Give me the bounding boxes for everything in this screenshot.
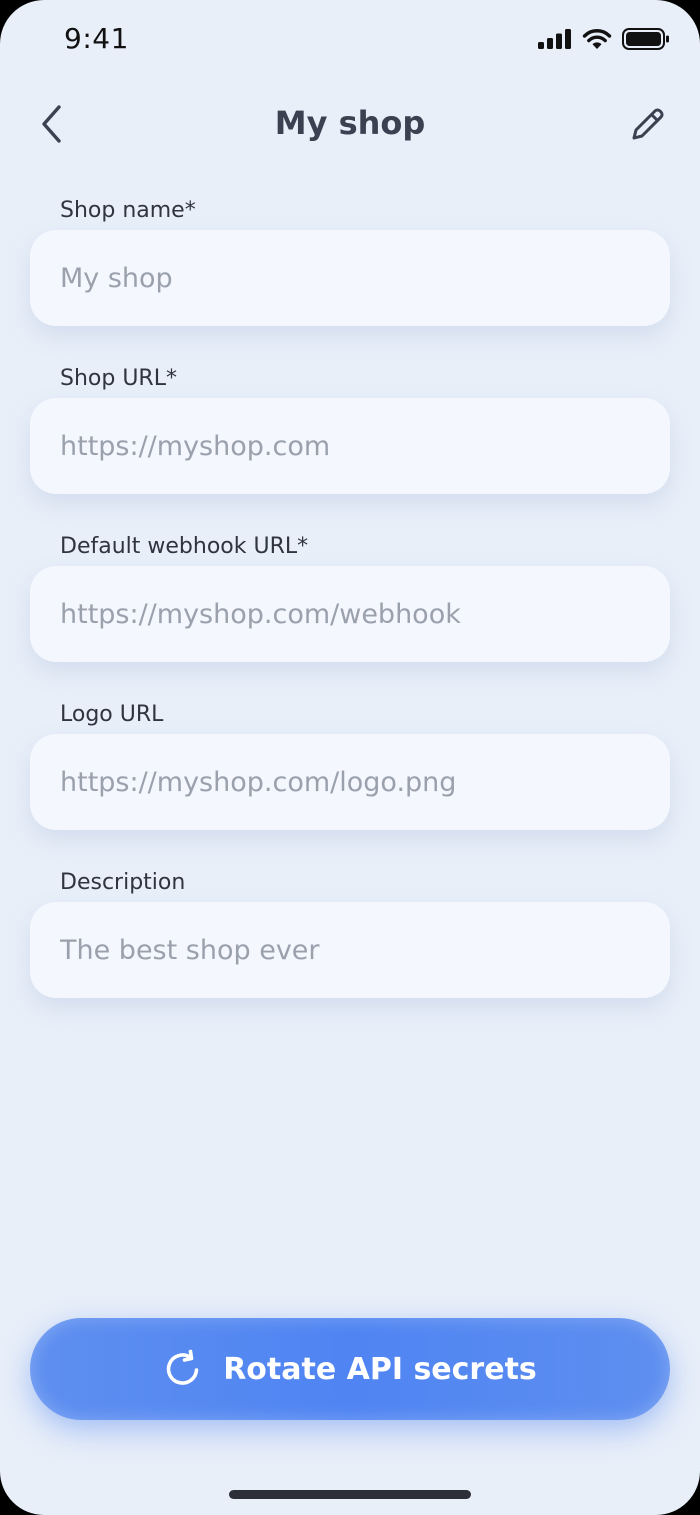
signal-icon xyxy=(538,29,571,49)
logo-url-label: Logo URL xyxy=(60,702,164,727)
field-description: Description xyxy=(30,868,670,998)
shop-name-input[interactable] xyxy=(30,230,670,326)
shop-url-label: Shop URL* xyxy=(60,366,177,391)
description-label: Description xyxy=(60,870,186,895)
page-title: My shop xyxy=(274,104,426,142)
phone-screen: 9:41 My shop Shop name* My shop Shop URL… xyxy=(0,0,700,1515)
webhook-url-label: Default webhook URL* xyxy=(60,534,309,559)
rotate-api-secrets-button[interactable]: Rotate API secrets xyxy=(30,1318,670,1420)
webhook-url-input[interactable] xyxy=(30,566,670,662)
field-logo-url: Logo URL xyxy=(30,700,670,830)
wifi-icon xyxy=(582,29,612,49)
field-webhook-url: Default webhook URL* xyxy=(30,532,670,662)
field-shop-url: Shop URL* xyxy=(30,364,670,494)
status-time: 9:41 xyxy=(64,22,129,55)
status-bar: 9:41 xyxy=(0,0,700,80)
pencil-icon xyxy=(632,108,664,140)
logo-url-input[interactable] xyxy=(30,734,670,830)
status-icons xyxy=(538,28,670,50)
home-indicator[interactable] xyxy=(229,1490,471,1499)
rotate-api-secrets-label: Rotate API secrets xyxy=(223,1351,537,1387)
edit-button[interactable] xyxy=(624,100,672,148)
header: My shop xyxy=(0,88,700,160)
shop-name-label: Shop name* xyxy=(60,198,196,223)
shop-url-input[interactable] xyxy=(30,398,670,494)
shop-form: Shop name* Shop URL* Default webhook URL… xyxy=(30,196,670,1036)
field-shop-name: Shop name* xyxy=(30,196,670,326)
refresh-icon xyxy=(166,1349,199,1385)
battery-icon xyxy=(622,28,669,50)
description-input[interactable] xyxy=(30,902,670,998)
